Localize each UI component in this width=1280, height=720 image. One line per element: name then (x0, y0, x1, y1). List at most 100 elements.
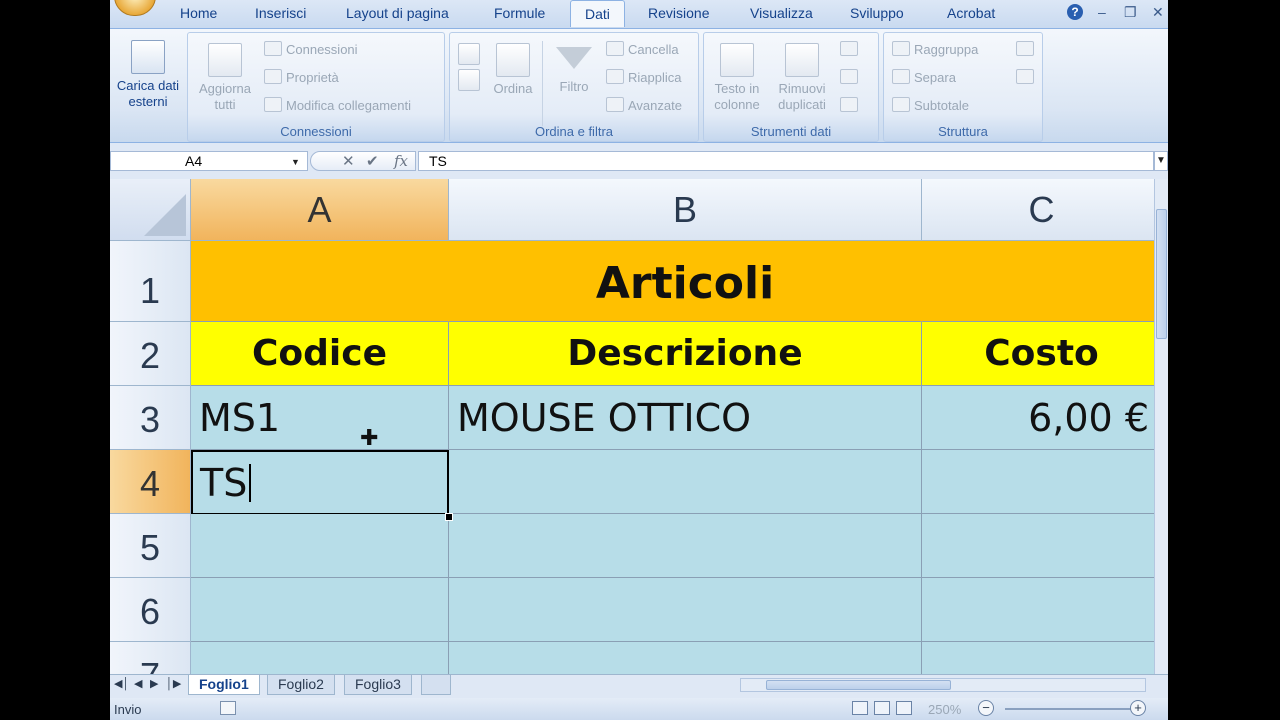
column-header-a[interactable]: A (191, 179, 449, 241)
subtotal-button[interactable]: Subtotale (892, 97, 969, 113)
show-detail-button[interactable] (1016, 41, 1038, 57)
zoom-level[interactable]: 250% (928, 702, 961, 717)
tab-inserisci[interactable]: Inserisci (255, 5, 306, 21)
text-to-columns-button[interactable]: Testo in colonne (706, 43, 768, 113)
tab-home[interactable]: Home (180, 5, 217, 21)
prev-sheet-icon[interactable]: ◀ (134, 677, 142, 690)
last-sheet-icon[interactable]: │▶ (166, 677, 181, 690)
sheet-tab-foglio1[interactable]: Foglio1 (188, 675, 260, 695)
remove-duplicates-button[interactable]: Rimuovi duplicati (770, 43, 834, 113)
ribbon-tab-bar: Home Inserisci Layout di pagina Formule … (110, 0, 1168, 28)
edit-links-button[interactable]: Modifica collegamenti (264, 97, 411, 113)
hide-detail-icon (1016, 69, 1034, 84)
header-cell-codice[interactable]: Codice (191, 322, 449, 386)
group-button[interactable]: Raggruppa (892, 41, 978, 57)
horizontal-scrollbar[interactable] (740, 678, 1146, 692)
cell-b4[interactable] (449, 450, 922, 514)
row-header-2[interactable]: 2 (110, 322, 191, 386)
tab-acrobat[interactable]: Acrobat (947, 5, 995, 21)
what-if-button[interactable] (840, 97, 862, 113)
cell-c1[interactable] (922, 241, 1154, 322)
cell-a3[interactable]: MS1 (191, 386, 449, 450)
header-cell-descrizione[interactable]: Descrizione (449, 322, 922, 386)
enter-icon[interactable]: ✔ (366, 152, 379, 170)
zoom-out-icon[interactable]: − (978, 700, 994, 716)
row-header-7[interactable]: 7 (110, 642, 191, 674)
help-icon[interactable]: ? (1067, 4, 1083, 20)
header-cell-costo[interactable]: Costo (922, 322, 1154, 386)
sort-az-button[interactable] (454, 43, 484, 95)
ungroup-button[interactable]: Separa (892, 69, 956, 85)
vertical-scrollbar[interactable] (1154, 179, 1168, 674)
get-external-data-button[interactable]: Carica dati esterni (112, 40, 184, 110)
close-icon[interactable]: ✕ (1152, 4, 1164, 21)
formula-input[interactable]: TS (418, 151, 1154, 171)
macro-record-icon[interactable] (220, 701, 236, 715)
tab-revisione[interactable]: Revisione (648, 5, 709, 21)
consolidate-button[interactable] (840, 69, 862, 85)
row-header-6[interactable]: 6 (110, 578, 191, 642)
tab-sviluppo[interactable]: Sviluppo (850, 5, 904, 21)
reapply-button[interactable]: Riapplica (606, 69, 681, 85)
name-box[interactable]: A4 (110, 151, 308, 171)
row-header-1[interactable]: 1 (110, 241, 191, 322)
advanced-button[interactable]: Avanzate (606, 97, 682, 113)
page-break-view-icon[interactable] (896, 701, 912, 715)
sheet-tab-foglio3[interactable]: Foglio3 (344, 675, 412, 695)
cell-c6[interactable] (922, 578, 1154, 642)
sort-label: Ordina (493, 81, 533, 96)
hide-detail-button[interactable] (1016, 69, 1038, 85)
cell-c4[interactable] (922, 450, 1154, 514)
restore-icon[interactable]: ❐ (1124, 4, 1137, 21)
properties-button[interactable]: Proprietà (264, 69, 339, 85)
tab-layout[interactable]: Layout di pagina (346, 5, 449, 21)
office-button[interactable] (114, 0, 156, 16)
connections-button[interactable]: Connessioni (264, 41, 358, 57)
cancel-icon[interactable]: ✕ (342, 152, 355, 170)
cell-b6[interactable] (449, 578, 922, 642)
tab-dati[interactable]: Dati (570, 0, 625, 27)
cell-a5[interactable] (191, 514, 449, 578)
active-cell-a4[interactable]: TS (191, 450, 449, 515)
row-header-5[interactable]: 5 (110, 514, 191, 578)
zoom-in-icon[interactable]: + (1130, 700, 1146, 716)
cell-b3[interactable]: MOUSE OTTICO (449, 386, 922, 450)
chevron-down-icon[interactable]: ▼ (291, 157, 300, 167)
fill-handle[interactable] (445, 513, 453, 521)
cell-a1[interactable] (191, 241, 449, 322)
data-validation-button[interactable] (840, 41, 862, 57)
cell-a7[interactable] (191, 642, 449, 674)
cell-c5[interactable] (922, 514, 1154, 578)
insert-sheet-icon[interactable] (421, 675, 451, 695)
refresh-all-button[interactable]: Aggiorna tutti (192, 43, 258, 113)
row-header-4[interactable]: 4 (110, 450, 191, 514)
normal-view-icon[interactable] (852, 701, 868, 715)
cell-b7[interactable] (449, 642, 922, 674)
vertical-scroll-thumb[interactable] (1156, 209, 1167, 339)
cell-a6[interactable] (191, 578, 449, 642)
expand-formula-icon[interactable]: ▼ (1154, 151, 1168, 171)
zoom-slider[interactable] (1005, 708, 1135, 710)
cell-b5[interactable] (449, 514, 922, 578)
clear-filter-button[interactable]: Cancella (606, 41, 679, 57)
sort-button[interactable]: Ordina (488, 43, 538, 97)
page-layout-view-icon[interactable] (874, 701, 890, 715)
cell-c3[interactable]: 6,00 € (922, 386, 1154, 450)
tab-visualizza[interactable]: Visualizza (750, 5, 813, 21)
filter-button[interactable]: Filtro (548, 43, 600, 95)
sheet-tab-foglio2[interactable]: Foglio2 (267, 675, 335, 695)
column-header-c[interactable]: C (922, 179, 1154, 241)
select-all-corner[interactable] (110, 179, 191, 241)
tab-formule[interactable]: Formule (494, 5, 545, 21)
column-header-b[interactable]: B (449, 179, 922, 241)
row-header-3[interactable]: 3 (110, 386, 191, 450)
cell-c7[interactable] (922, 642, 1154, 674)
clear-label: Cancella (628, 42, 679, 57)
minimize-icon[interactable]: – (1098, 4, 1106, 20)
title-cell-b1[interactable]: Articoli (449, 241, 922, 322)
show-detail-icon (1016, 41, 1034, 56)
insert-function-icon[interactable]: fx (394, 152, 408, 170)
horizontal-scroll-thumb[interactable] (766, 680, 951, 690)
first-sheet-icon[interactable]: ◀│ (114, 677, 129, 690)
next-sheet-icon[interactable]: ▶ (150, 677, 158, 690)
